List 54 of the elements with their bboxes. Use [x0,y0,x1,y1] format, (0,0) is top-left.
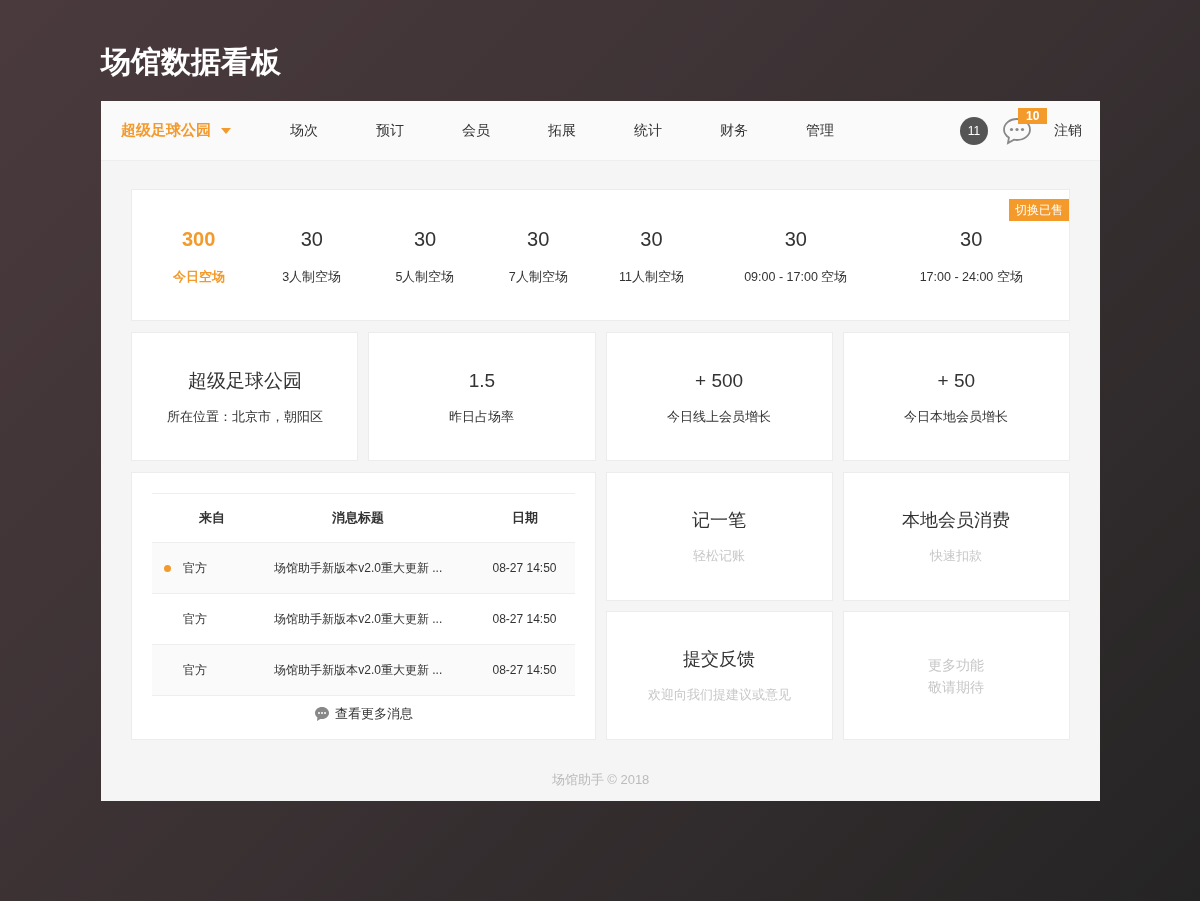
more-messages-link[interactable]: 查看更多消息 [313,704,413,724]
stat-value: 30 [412,226,438,252]
nav-item[interactable]: 拓展 [519,120,605,141]
message-title: 场馆助手新版本v2.0重大更新 ... [274,663,443,677]
info-value: 1.5 [468,368,496,393]
message-source: 官方 [183,663,207,677]
action-title: 提交反馈 [683,648,756,672]
nav-item[interactable]: 财务 [691,120,777,141]
stat-item[interactable]: 30 09:00 - 17:00 空场 [708,223,884,287]
stat-label: 今日空场 [171,268,226,286]
stat-label: 7人制空场 [507,268,569,286]
stat-item[interactable]: 30 17:00 - 24:00 空场 [883,223,1059,287]
chat-bubble-icon [313,705,330,722]
caret-icon [221,127,231,134]
stat-item[interactable]: 30 7人制空场 [481,223,595,287]
page-title: 场馆数据看板 [99,44,282,80]
logout-link[interactable]: 注销 [1054,120,1082,141]
nav-item[interactable]: 场次 [261,120,347,141]
stat-value: 30 [959,226,984,252]
message-source: 官方 [183,561,207,575]
action-title: 记一笔 [692,509,747,533]
message-date: 08-27 14:50 [492,561,557,575]
stat-item[interactable]: 30 3人制空场 [255,223,369,287]
stat-label: 17:00 - 24:00 空场 [918,268,1024,286]
message-count-badge: 10 [1018,107,1048,124]
notification-count[interactable]: 11 [960,116,988,145]
stat-item[interactable]: 30 11人制空场 [594,223,708,287]
info-label: 昨日占场率 [449,408,515,426]
stat-label: 3人制空场 [281,268,343,286]
stat-value: 30 [526,226,551,252]
info-value: 超级足球公园 [187,368,302,393]
stat-item[interactable]: 30 5人制空场 [368,223,482,287]
nav-item[interactable]: 会员 [433,120,519,141]
stat-label: 11人制空场 [617,268,685,286]
info-label: 今日线上会员增长 [667,408,772,426]
stat-value: 30 [639,226,664,252]
action-title: 本地会员消费 [902,509,1011,533]
stat-label: 5人制空场 [394,268,456,286]
message-title: 场馆助手新版本v2.0重大更新 ... [274,561,443,575]
info-value: + 500 [695,368,744,393]
info-label: 所在位置：北京市，朝阳区 [166,408,323,426]
info-label: 今日本地会员增长 [904,408,1009,426]
stat-label: 09:00 - 17:00 空场 [743,268,849,286]
nav-item[interactable]: 预订 [347,120,433,141]
stat-value: 300 [180,226,217,252]
message-date: 08-27 14:50 [492,663,557,677]
message-date: 08-27 14:50 [492,612,557,626]
message-source: 官方 [183,612,207,626]
stat-value: 30 [783,226,808,252]
info-value: + 50 [937,368,976,393]
nav-item[interactable]: 统计 [605,120,691,141]
message-title: 场馆助手新版本v2.0重大更新 ... [274,612,443,626]
nav-item[interactable]: 管理 [777,120,863,141]
stat-value: 30 [299,226,324,252]
